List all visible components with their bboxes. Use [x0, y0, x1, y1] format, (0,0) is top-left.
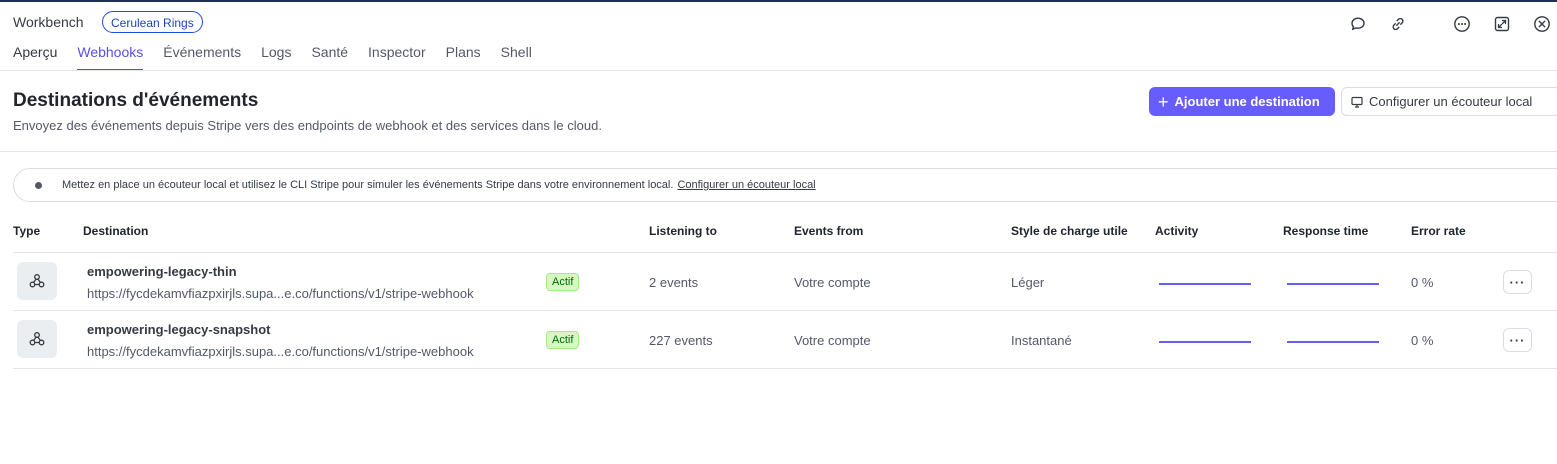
workbench-tabs: Aperçu Webhooks Événements Logs Santé In…	[13, 44, 552, 71]
page-subtitle: Envoyez des événements depuis Stripe ver…	[13, 118, 602, 133]
row-more-button[interactable]: ···	[1503, 328, 1532, 352]
payload-style: Instantané	[1011, 333, 1072, 348]
tab-sante[interactable]: Santé	[311, 44, 348, 70]
destination-url: https://fycdekamvfiazpxirjls.supa...e.co…	[87, 286, 474, 301]
error-rate: 0 %	[1411, 333, 1434, 348]
header-listening[interactable]: Listening to	[649, 224, 717, 238]
collapse-icon[interactable]	[1491, 13, 1513, 35]
tab-apercu[interactable]: Aperçu	[13, 44, 57, 70]
destination-name[interactable]: empowering-legacy-snapshot	[87, 322, 270, 337]
error-rate: 0 %	[1411, 275, 1434, 290]
table-row[interactable]: empowering-legacy-thin https://fycdekamv…	[13, 253, 1557, 311]
local-listener-banner: Mettez en place un écouteur local et uti…	[13, 168, 1557, 202]
add-destination-button[interactable]: + Ajouter une destination	[1149, 87, 1335, 116]
monitor-icon	[1351, 96, 1363, 108]
tab-plans[interactable]: Plans	[446, 44, 481, 70]
header-activity[interactable]: Activity	[1155, 224, 1198, 238]
destination-name[interactable]: empowering-legacy-thin	[87, 264, 237, 279]
row-divider	[13, 368, 1557, 369]
listening-to: 227 events	[649, 333, 713, 348]
link-icon[interactable]	[1387, 13, 1409, 35]
header-events-from[interactable]: Events from	[794, 224, 863, 238]
more-horizontal-icon[interactable]	[1451, 13, 1473, 35]
events-from: Votre compte	[794, 275, 871, 290]
chat-bubble-icon[interactable]	[1347, 13, 1369, 35]
tab-logs[interactable]: Logs	[261, 44, 291, 70]
heading-divider	[0, 151, 1557, 152]
tabs-divider	[0, 70, 1557, 71]
webhook-type-icon	[17, 320, 57, 358]
activity-sparkline	[1159, 341, 1251, 343]
tab-shell[interactable]: Shell	[501, 44, 532, 70]
webhook-type-icon	[17, 262, 57, 300]
plus-icon: +	[1158, 91, 1169, 112]
payload-style: Léger	[1011, 275, 1045, 290]
configure-local-listener-label: Configurer un écouteur local	[1369, 94, 1533, 109]
activity-sparkline	[1159, 283, 1251, 285]
destination-url: https://fycdekamvfiazpxirjls.supa...e.co…	[87, 344, 474, 359]
listening-to: 2 events	[649, 275, 699, 290]
header-error-rate[interactable]: Error rate	[1411, 224, 1466, 238]
header-actions	[0, 13, 1557, 35]
tab-webhooks[interactable]: Webhooks	[77, 44, 143, 71]
events-from: Votre compte	[794, 333, 871, 348]
status-badge: Actif	[546, 331, 580, 349]
window-top-border	[0, 0, 1557, 2]
table-row[interactable]: empowering-legacy-snapshot https://fycde…	[13, 311, 1557, 369]
response-time-sparkline	[1287, 283, 1379, 285]
tab-inspector[interactable]: Inspector	[368, 44, 426, 70]
header-style[interactable]: Style de charge utile	[1011, 224, 1128, 238]
banner-link[interactable]: Configurer un écouteur local	[677, 179, 815, 191]
add-destination-label: Ajouter une destination	[1174, 94, 1320, 109]
configure-local-listener-button[interactable]: Configurer un écouteur local	[1341, 87, 1557, 116]
info-dot-icon	[35, 181, 42, 189]
response-time-sparkline	[1287, 341, 1379, 343]
banner-text: Mettez en place un écouteur local et uti…	[62, 179, 674, 191]
close-icon[interactable]	[1531, 13, 1553, 35]
status-badge: Actif	[546, 273, 580, 291]
tab-evenements[interactable]: Événements	[163, 44, 241, 70]
header-destination[interactable]: Destination	[83, 224, 148, 238]
row-more-button[interactable]: ···	[1503, 270, 1532, 294]
header-type[interactable]: Type	[13, 224, 40, 238]
header-response-time[interactable]: Response time	[1283, 224, 1368, 238]
page-title: Destinations d'événements	[13, 90, 259, 111]
